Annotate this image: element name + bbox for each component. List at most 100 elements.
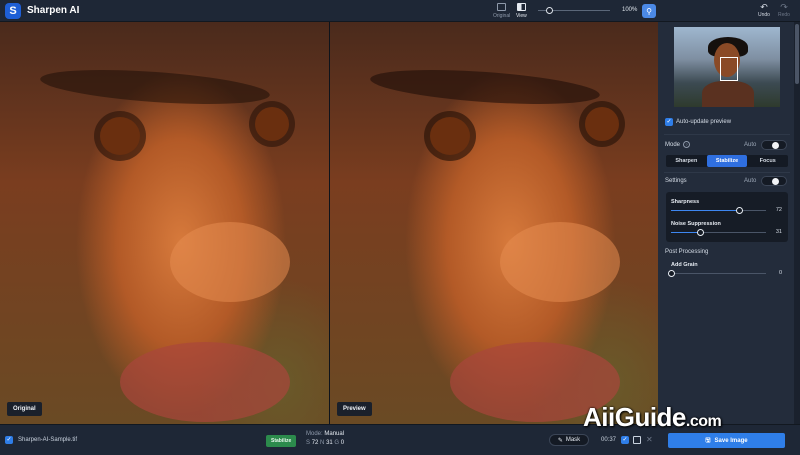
zoom-magnifier-button[interactable]: ⚲ xyxy=(642,4,656,18)
zoom-value: 100% xyxy=(622,7,638,13)
checkmark-icon: ✓ xyxy=(666,119,672,125)
split-view-button[interactable]: View xyxy=(516,3,527,19)
grain-slider-handle[interactable] xyxy=(668,270,675,277)
settings-summary: S 72 N 31 G 0 xyxy=(306,440,344,446)
single-image-icon xyxy=(497,3,507,11)
sharpness-slider-handle[interactable] xyxy=(736,207,744,214)
mode-label: Mode xyxy=(665,142,681,148)
split-view-icon xyxy=(516,3,526,11)
original-view-button[interactable]: Original xyxy=(493,3,510,19)
magnifier-icon: ⚲ xyxy=(646,6,652,16)
sharpness-label: Sharpness xyxy=(671,199,700,205)
mode-badge: Stabilize xyxy=(266,435,297,447)
auto-update-label: Auto-update preview xyxy=(676,119,732,125)
close-icon[interactable]: ✕ xyxy=(646,435,653,444)
navigator-body-shape xyxy=(702,81,754,107)
n-value: 31 xyxy=(326,440,333,446)
noise-suppression-slider-track[interactable] xyxy=(671,232,766,233)
export-icon[interactable] xyxy=(633,436,641,444)
right-eye-shape xyxy=(585,107,619,141)
save-image-label: Save Image xyxy=(714,437,748,444)
lips-shape xyxy=(120,342,290,422)
apply-checkbox[interactable]: ✓ xyxy=(621,436,629,444)
noise-suppression-slider-handle[interactable] xyxy=(697,229,705,236)
settings-label: Settings xyxy=(665,178,687,184)
settings-auto-toggle[interactable] xyxy=(761,176,787,186)
mode-auto-toggle[interactable] xyxy=(761,140,787,150)
redo-button[interactable]: ↷ Redo xyxy=(778,2,790,19)
watermark-suffix: .com xyxy=(685,413,722,430)
mask-button[interactable]: ✎ Mask xyxy=(549,434,589,446)
top-toolbar: S Sharpen AI Original View 100% ⚲ ↶ Undo… xyxy=(0,0,800,22)
nose-shape xyxy=(500,222,620,302)
brush-icon: ✎ xyxy=(557,437,563,444)
app-title: Sharpen AI xyxy=(27,5,80,16)
undo-icon: ↶ xyxy=(760,2,768,12)
original-label: Original xyxy=(7,402,42,416)
app-logo-icon: S xyxy=(5,2,21,19)
divider xyxy=(664,172,790,173)
preview-image-pane[interactable]: Preview xyxy=(330,22,658,424)
checkmark-icon: ✓ xyxy=(622,437,628,443)
noise-suppression-slider-fill xyxy=(671,232,701,233)
redo-icon: ↷ xyxy=(780,2,788,12)
original-view-label: Original xyxy=(493,13,511,19)
toggle-knob xyxy=(772,142,779,149)
undo-button[interactable]: ↶ Undo xyxy=(758,2,770,19)
toggle-knob xyxy=(772,178,779,185)
file-name[interactable]: Sharpen-AI-Sample.tif xyxy=(18,437,77,443)
nose-shape xyxy=(170,222,290,302)
mask-label: Mask xyxy=(565,437,581,443)
g-value: 0 xyxy=(340,440,345,446)
divider xyxy=(664,134,790,135)
tab-focus[interactable]: Focus xyxy=(747,155,788,167)
watermark-main: AiiGuide xyxy=(583,402,686,432)
undo-label: Undo xyxy=(758,12,770,18)
app-window: S Sharpen AI Original View 100% ⚲ ↶ Undo… xyxy=(0,0,800,455)
s-label: S xyxy=(306,440,311,446)
sharpness-value: 72 xyxy=(775,207,782,213)
post-processing-label: Post Processing xyxy=(665,249,709,255)
preview-label: Preview xyxy=(337,402,372,416)
navigator-thumbnail[interactable] xyxy=(674,27,780,107)
tab-stabilize[interactable]: Stabilize xyxy=(706,155,748,167)
grain-slider-track[interactable] xyxy=(671,273,766,274)
panel-scrollbar-thumb[interactable] xyxy=(795,24,799,84)
settings-panel: ✓ Auto-update preview Mode ? Auto Sharpe… xyxy=(658,22,800,424)
sharpness-slider-fill xyxy=(671,210,740,211)
noise-suppression-value: 31 xyxy=(775,229,782,235)
mode-auto-label: Auto xyxy=(744,142,757,148)
grain-control: Add Grain 0 xyxy=(666,260,788,280)
help-icon[interactable]: ? xyxy=(683,141,690,148)
tab-sharpen[interactable]: Sharpen xyxy=(666,155,707,167)
auto-update-checkbox[interactable]: ✓ xyxy=(665,118,673,126)
mode-meta-label: Mode: xyxy=(306,431,323,437)
s-value: 72 xyxy=(311,440,319,446)
noise-suppression-label: Noise Suppression xyxy=(671,221,721,227)
file-select-checkbox[interactable]: ✓ xyxy=(5,436,13,444)
split-view-label: View xyxy=(516,13,527,19)
grain-value: 0 xyxy=(778,270,782,276)
settings-card: Sharpness 72 Noise Suppression 31 xyxy=(666,192,788,242)
save-icon: 🖫 xyxy=(705,437,711,444)
processing-time: 00:37 xyxy=(601,437,617,443)
left-eye-shape xyxy=(430,117,470,155)
mode-meta: Mode: Manual xyxy=(306,431,344,437)
add-grain-label: Add Grain xyxy=(671,262,698,268)
mode-meta-value: Manual xyxy=(324,431,345,437)
watermark-logo: AiiGuide.com xyxy=(583,402,722,433)
panel-scrollbar[interactable] xyxy=(794,22,800,424)
redo-label: Redo xyxy=(778,12,790,18)
checkmark-icon: ✓ xyxy=(6,437,12,443)
g-label: G xyxy=(334,440,340,446)
original-image-pane[interactable]: Original xyxy=(0,22,329,424)
right-eye-shape xyxy=(255,107,289,141)
settings-auto-label: Auto xyxy=(744,178,757,184)
zoom-slider-handle[interactable] xyxy=(545,7,553,14)
left-eye-shape xyxy=(100,117,140,155)
mode-selector: Sharpen Stabilize Focus xyxy=(666,155,788,167)
navigator-viewport-box[interactable] xyxy=(720,57,738,81)
sharpness-slider-track[interactable] xyxy=(671,210,766,211)
n-label: N xyxy=(320,440,325,446)
save-image-button[interactable]: 🖫 Save Image xyxy=(668,433,785,448)
